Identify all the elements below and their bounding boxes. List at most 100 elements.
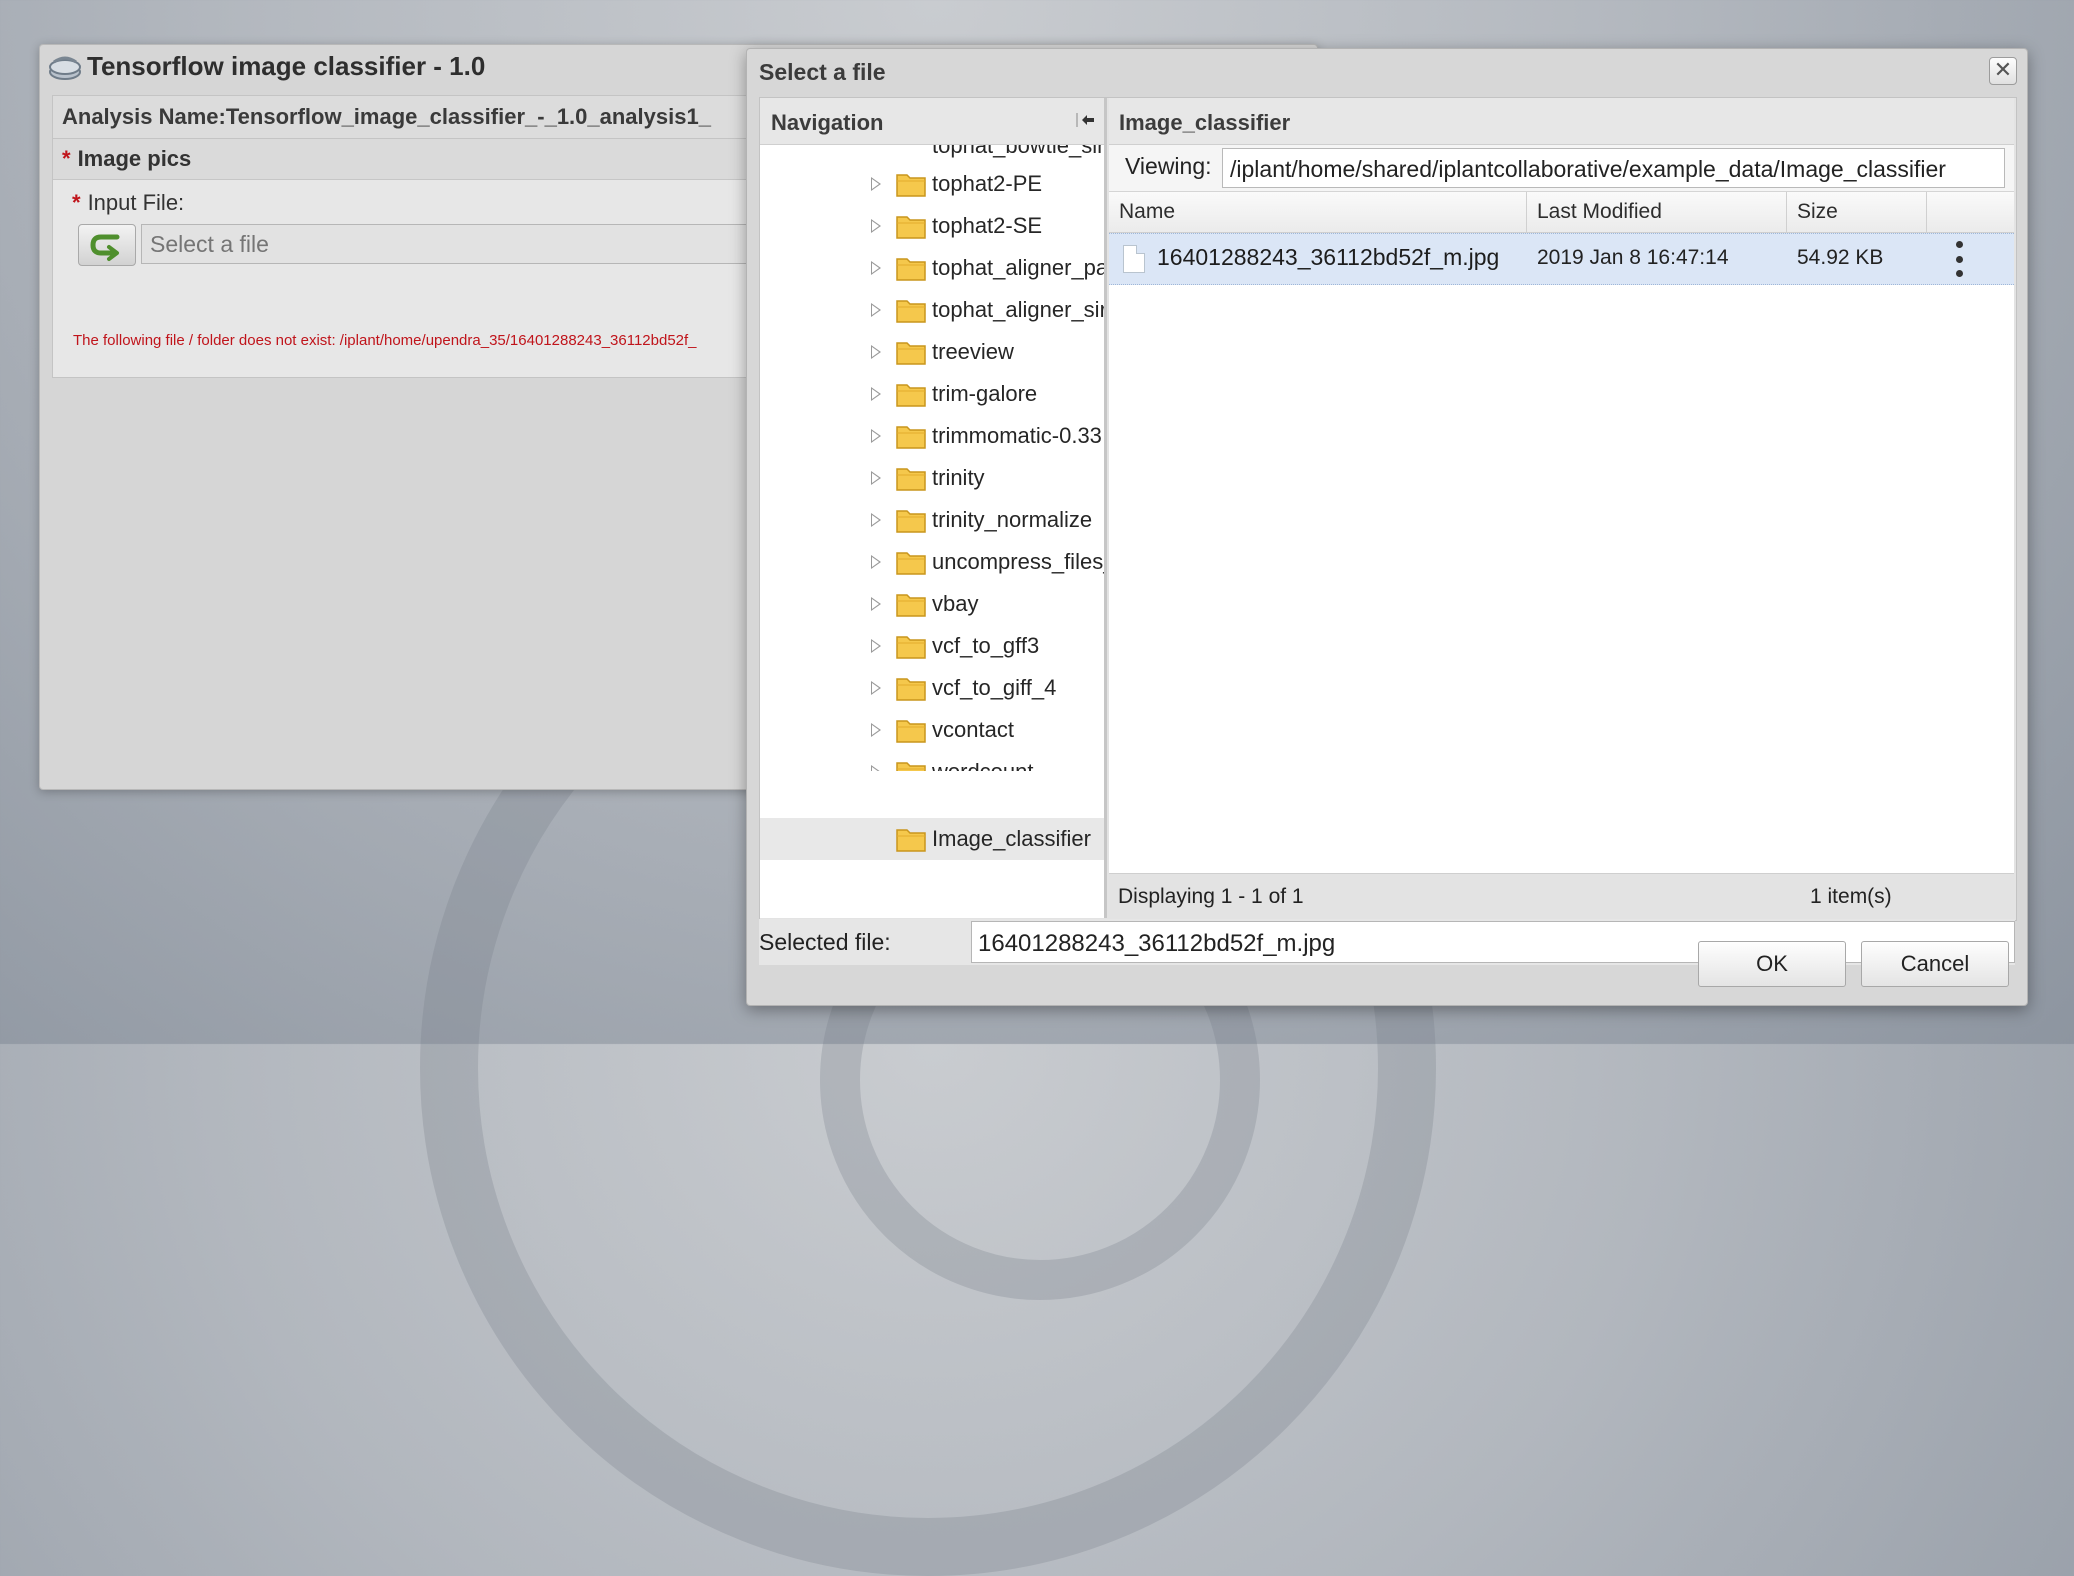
folder-icon [896,426,926,449]
folder-icon [896,300,926,323]
tree-item[interactable]: vcf_to_giff_4 [760,667,1104,709]
file-size: 54.92 KB [1797,246,1884,269]
tree-item[interactable]: wordcount [760,751,1104,771]
grid-footer: Displaying 1 - 1 of 1 1 item(s) [1109,873,2014,919]
tree-item-label: wordcount [932,759,1034,771]
selected-file-field[interactable]: 16401288243_36112bd52f_m.jpg [971,921,2015,963]
column-header-size[interactable]: Size [1787,192,1927,232]
expand-arrow-icon[interactable] [871,681,881,695]
file-icon [1123,245,1145,273]
tree-item-label: trim-galore [932,381,1038,406]
folder-icon [896,468,926,491]
ok-button[interactable]: OK [1698,941,1846,987]
tree-item-label: tophat_aligner_sir [932,297,1104,322]
folder-tree[interactable]: tophat_bowtie_sing tophat2-PE tophat2-SE t… [760,145,1104,771]
more-options-icon[interactable] [1949,241,1969,277]
tree-item-label: tophat_aligner_pa [932,255,1104,280]
expand-arrow-icon[interactable] [871,555,881,569]
dialog-title: Select a file [759,59,886,85]
column-header-actions [1927,192,2014,232]
folder-icon [896,384,926,407]
tree-item-label: vcf_to_giff_4 [932,675,1057,700]
selected-file-label: Selected file: [759,929,891,955]
tree-item-label: trinity [932,465,985,490]
folder-icon [896,594,926,617]
reuse-arrow-icon [90,234,120,261]
current-folder-title: Image_classifier [1119,110,1291,135]
table-row[interactable]: 16401288243_36112bd52f_m.jpg 2019 Jan 8 … [1109,233,2014,285]
tree-item-label: treeview [932,339,1014,364]
expand-arrow-icon[interactable] [871,303,881,317]
analysis-name-value: Tensorflow_image_classifier_-_1.0_analys… [225,104,711,129]
cancel-button[interactable]: Cancel [1861,941,2009,987]
folder-icon [896,216,926,239]
tree-item[interactable]: trinity_normalize [760,499,1104,541]
tree-item[interactable]: tophat_bowtie_sing [760,145,1104,163]
app-logo-icon [49,56,81,80]
tree-item-selected[interactable]: Image_classifier [760,818,1104,860]
viewing-label: Viewing: [1125,153,1212,179]
expand-arrow-icon[interactable] [871,513,881,527]
column-header-last-modified[interactable]: Last Modified [1527,192,1787,232]
expand-arrow-icon[interactable] [871,261,881,275]
tree-item-label: uncompress_files_ [932,549,1104,574]
folder-icon [896,636,926,659]
expand-arrow-icon[interactable] [871,429,881,443]
folder-icon [896,342,926,365]
tree-item[interactable]: tophat_aligner_sir [760,289,1104,331]
column-header-name[interactable]: Name [1109,192,1527,232]
tree-item[interactable]: vcontact [760,709,1104,751]
select-file-dialog: Select a file ✕ Navigation tophat_bowtie… [746,48,2028,1006]
tree-item-label: vcf_to_gff3 [932,633,1040,658]
folder-icon [896,510,926,533]
paging-text: Displaying 1 - 1 of 1 [1118,885,1304,908]
tree-item-label: vbay [932,591,979,616]
viewing-path-field[interactable]: /iplant/home/shared/iplantcollaborative/… [1222,148,2005,188]
collapse-panel-icon[interactable] [1074,110,1096,130]
close-dialog-button[interactable]: ✕ [1989,57,2017,85]
navigation-header: Navigation [760,98,1104,145]
tree-item[interactable]: tophat2-PE [760,163,1104,205]
navigation-title: Navigation [771,110,884,135]
file-name: 16401288243_36112bd52f_m.jpg [1157,244,1500,270]
expand-arrow-icon[interactable] [871,387,881,401]
analysis-window-title: Tensorflow image classifier - 1.0 [87,51,486,81]
folder-icon [896,174,926,197]
expand-arrow-icon[interactable] [871,639,881,653]
item-count: 1 item(s) [1810,885,1892,908]
tree-item-label: tophat_bowtie_sing [932,145,1104,158]
tree-item-label: vcontact [932,717,1014,742]
tree-item[interactable]: vbay [760,583,1104,625]
navigation-panel: Navigation tophat_bowtie_sing tophat2-PE… [760,98,1107,918]
folder-icon [896,829,926,852]
expand-arrow-icon[interactable] [871,177,881,191]
tree-item[interactable]: tophat_aligner_pa [760,247,1104,289]
expand-arrow-icon[interactable] [871,345,881,359]
expand-arrow-icon[interactable] [871,723,881,737]
file-grid-panel: Image_classifier Viewing: /iplant/home/s… [1109,98,2014,919]
tree-item[interactable]: trinity [760,457,1104,499]
tree-item-label: tophat2-SE [932,213,1043,238]
grid-header: Image_classifier [1109,98,2014,145]
tree-item[interactable]: treeview [760,331,1104,373]
tree-item[interactable]: tophat2-SE [760,205,1104,247]
folder-icon [896,552,926,575]
tree-item-label: tophat2-PE [932,171,1043,196]
required-marker: * [62,146,71,171]
expand-arrow-icon[interactable] [871,597,881,611]
tree-item-label: Image_classifier [932,826,1091,851]
expand-arrow-icon[interactable] [871,219,881,233]
tree-item[interactable]: trimmomatic-0.33 [760,415,1104,457]
tree-item[interactable]: uncompress_files_ [760,541,1104,583]
folder-icon [896,258,926,281]
tree-item[interactable]: vcf_to_gff3 [760,625,1104,667]
error-message: The following file / folder does not exi… [73,332,697,349]
expand-arrow-icon[interactable] [871,471,881,485]
folder-icon [896,720,926,743]
expand-arrow-icon[interactable] [871,765,881,771]
dialog-body: Navigation tophat_bowtie_sing tophat2-PE… [759,97,2017,921]
reuse-file-button[interactable] [78,224,136,266]
column-headers: Name Last Modified Size [1109,192,2014,233]
tree-item-label: trinity_normalize [932,507,1093,532]
tree-item[interactable]: trim-galore [760,373,1104,415]
